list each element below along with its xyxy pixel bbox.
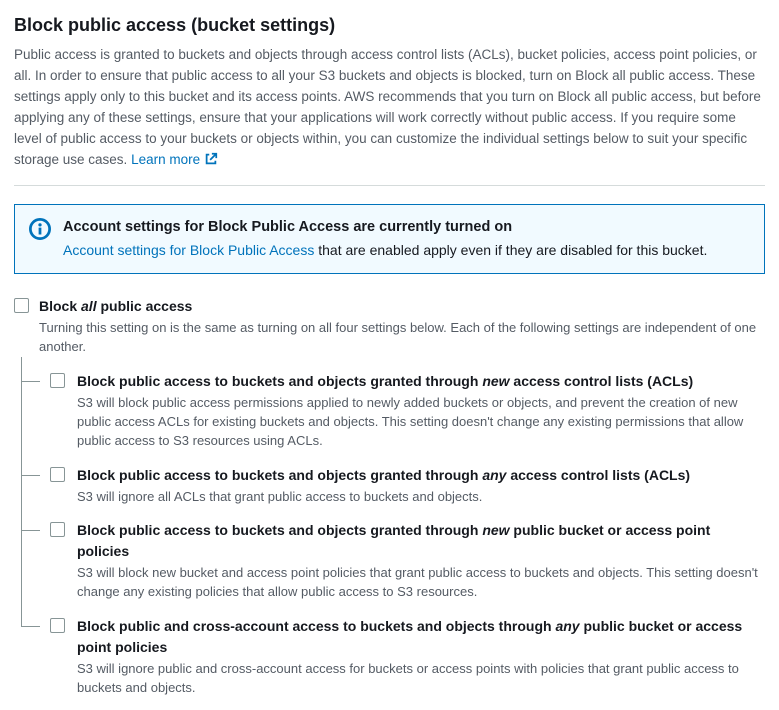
setting-1-checkbox[interactable] (50, 467, 65, 482)
setting-2-title: Block public access to buckets and objec… (77, 520, 765, 562)
setting-0-desc: S3 will block public access permissions … (77, 394, 765, 451)
setting-2-checkbox[interactable] (50, 522, 65, 537)
description-text: Public access is granted to buckets and … (14, 47, 761, 167)
info-box-text: Account settings for Block Public Access… (63, 240, 750, 261)
external-link-icon (204, 152, 218, 166)
setting-3-desc: S3 will ignore public and cross-account … (77, 660, 765, 698)
setting-0-title: Block public access to buckets and objec… (77, 371, 765, 392)
divider (14, 185, 765, 186)
setting-2-desc: S3 will block new bucket and access poin… (77, 564, 765, 602)
info-box-title: Account settings for Block Public Access… (63, 217, 750, 239)
setting-3-checkbox[interactable] (50, 618, 65, 633)
info-box: Account settings for Block Public Access… (14, 204, 765, 275)
page-description: Public access is granted to buckets and … (14, 45, 765, 171)
page-title: Block public access (bucket settings) (14, 12, 765, 39)
setting-1-title: Block public access to buckets and objec… (77, 465, 765, 486)
setting-1-desc: S3 will ignore all ACLs that grant publi… (77, 488, 765, 507)
setting-3-title: Block public and cross-account access to… (77, 616, 765, 658)
learn-more-link[interactable]: Learn more (131, 152, 218, 167)
block-all-title: Block all public access (39, 296, 765, 317)
settings-tree: Block public access to buckets and objec… (21, 371, 765, 698)
block-all-desc: Turning this setting on is the same as t… (39, 319, 765, 357)
account-settings-link[interactable]: Account settings for Block Public Access (63, 242, 314, 258)
info-icon (29, 218, 51, 240)
setting-0-checkbox[interactable] (50, 373, 65, 388)
block-all-checkbox[interactable] (14, 298, 29, 313)
